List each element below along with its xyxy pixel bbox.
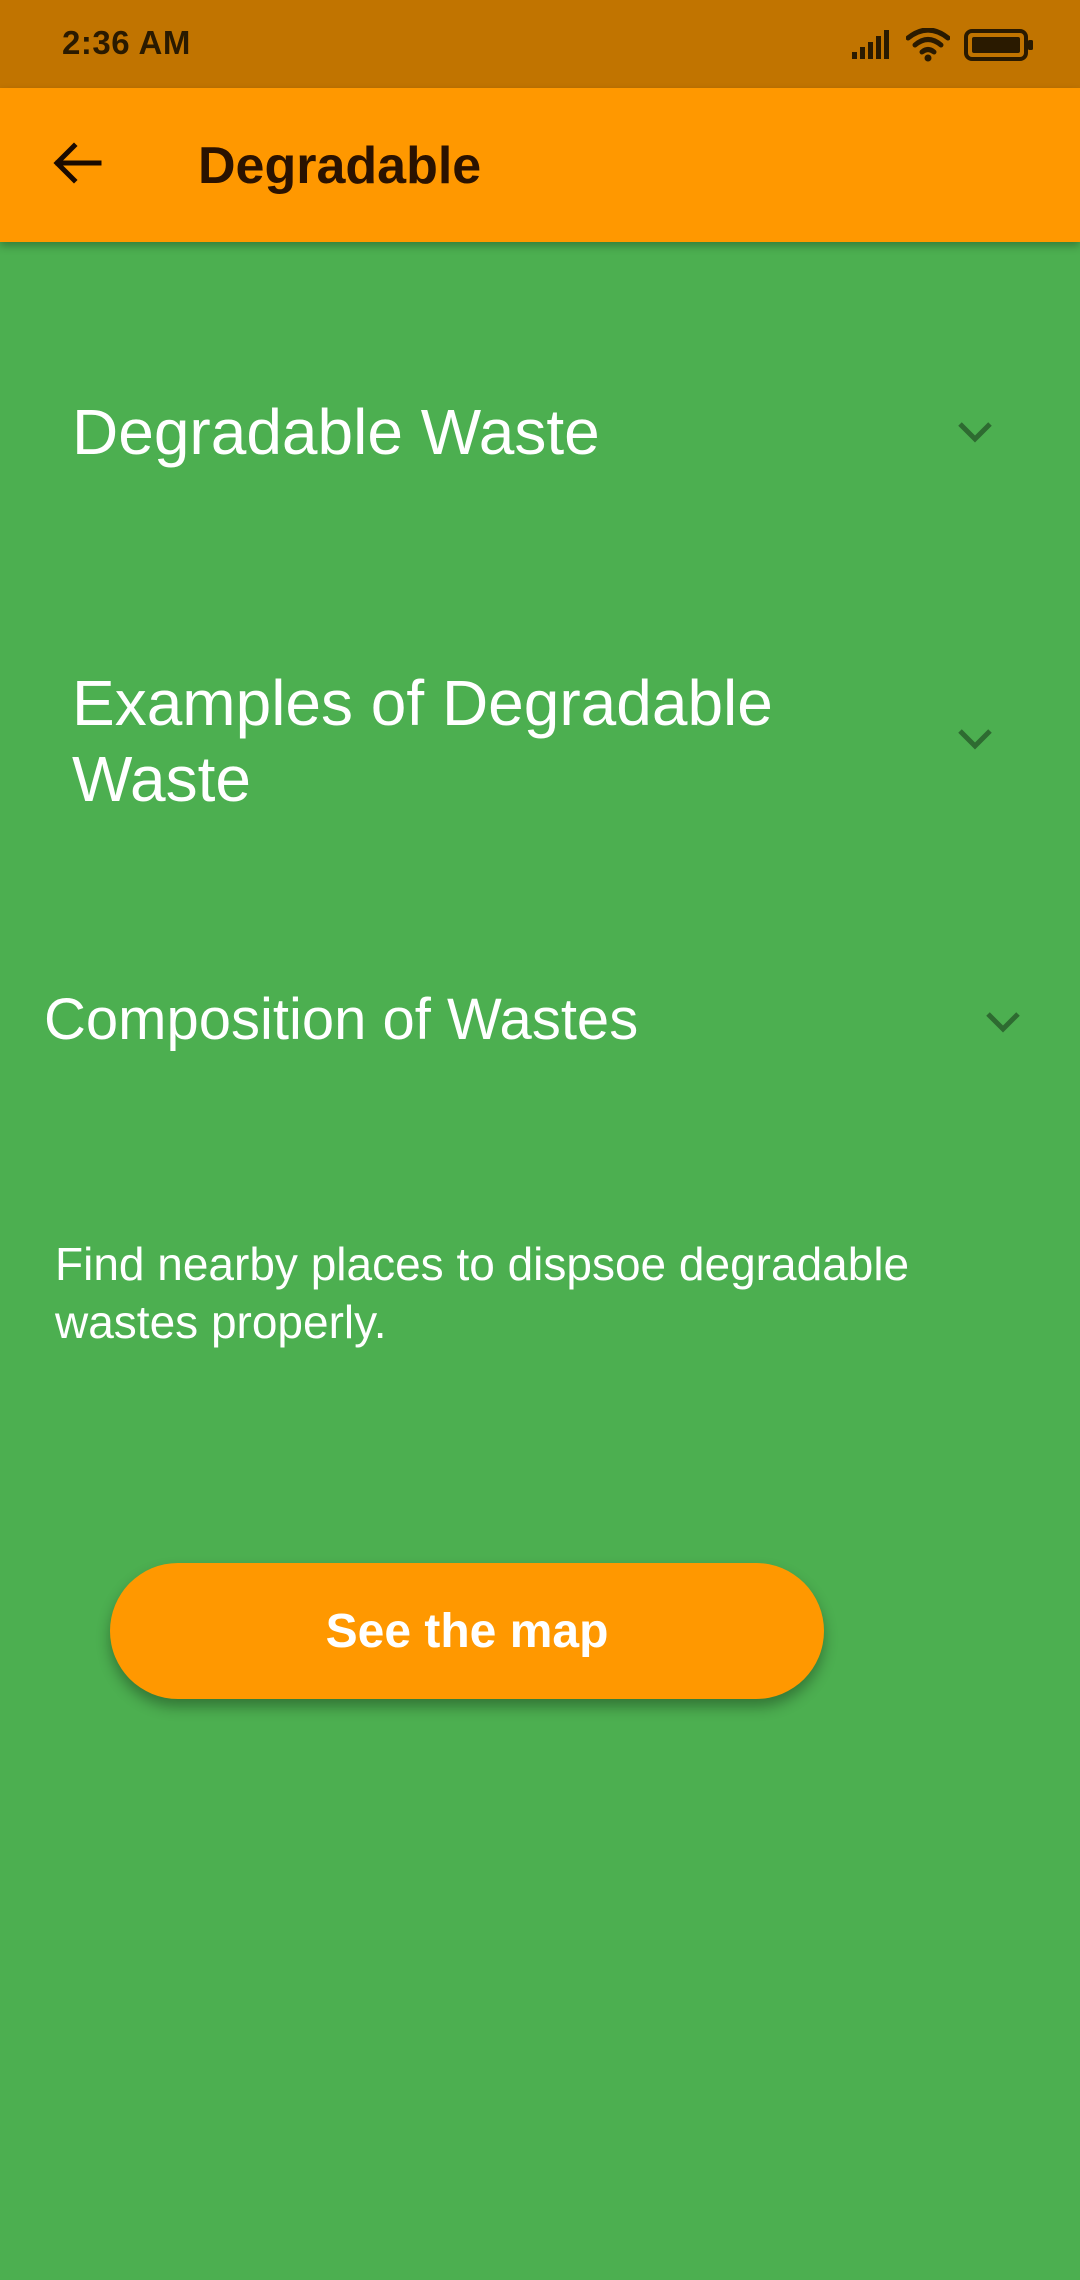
section-title: Degradable Waste (72, 396, 600, 468)
battery-icon (964, 28, 1034, 67)
status-icons (850, 27, 1034, 67)
section-examples-degradable-waste[interactable]: Examples of Degradable Waste (0, 662, 1080, 832)
arrow-left-icon (52, 141, 102, 189)
page-title: Degradable (198, 137, 482, 195)
chevron-down-icon (952, 409, 998, 455)
info-text: Find nearby places to dispsoe degradable… (55, 1238, 910, 1348)
back-button[interactable] (34, 122, 120, 208)
status-bar: 2:36 AM (0, 0, 1080, 88)
section-title: Examples of Degradable Waste (72, 667, 773, 815)
section-degradable-waste[interactable]: Degradable Waste (0, 372, 1080, 492)
signal-icon (850, 29, 892, 65)
see-map-button[interactable]: See the map (110, 1563, 824, 1699)
section-title: Composition of Wastes (44, 987, 639, 1052)
chevron-down-icon (952, 716, 998, 762)
section-composition-of-wastes[interactable]: Composition of Wastes (0, 962, 1080, 1082)
status-time: 2:36 AM (62, 24, 191, 61)
wifi-icon (905, 27, 951, 67)
chevron-down-icon (980, 999, 1026, 1045)
app-bar: Degradable (0, 88, 1080, 242)
